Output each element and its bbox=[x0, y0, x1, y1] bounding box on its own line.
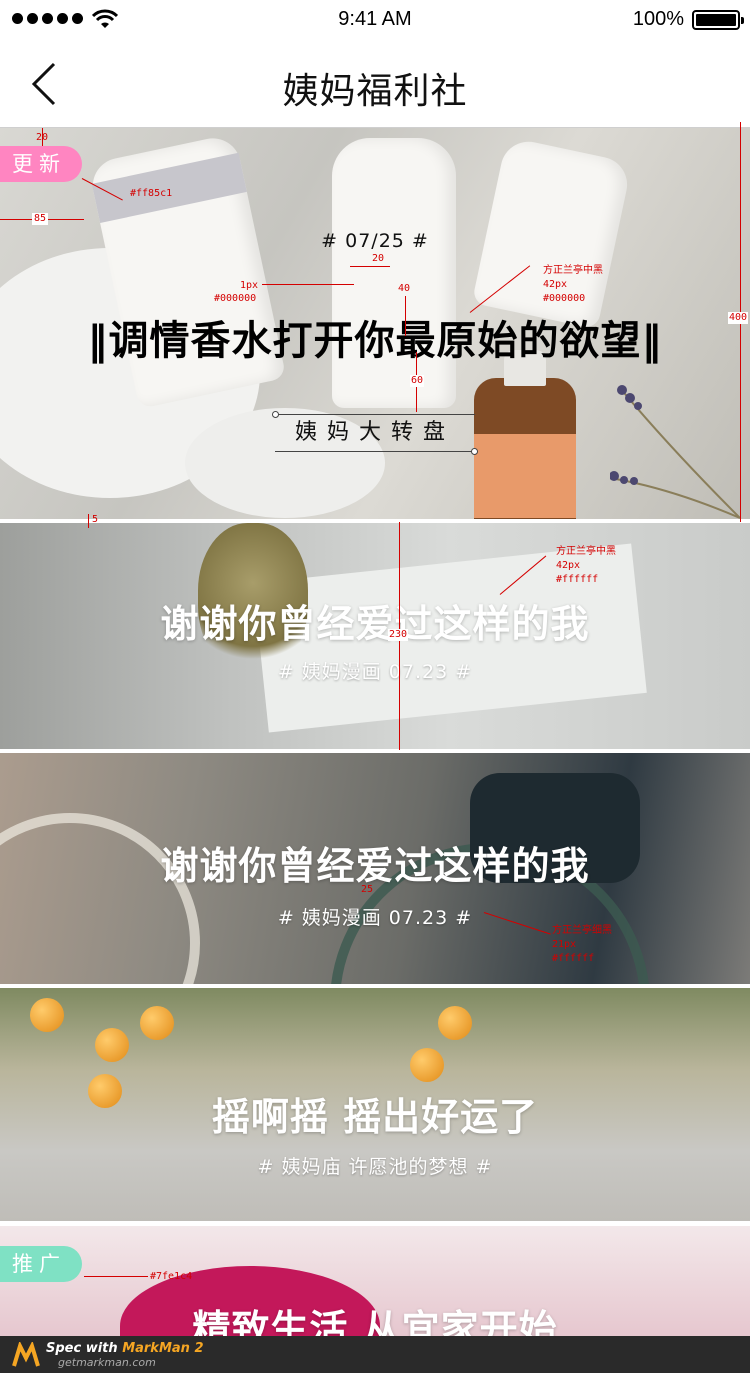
lotion-bottle-image bbox=[332, 138, 456, 408]
footer-brand: Spec with MarkMan 2 bbox=[46, 1341, 204, 1356]
footer-site: getmarkman.com bbox=[58, 1356, 156, 1369]
annotation-text: 方正兰亭中黑 bbox=[543, 265, 603, 276]
annotation-text: 40 bbox=[398, 283, 411, 294]
annotation-text: #ff85c1 bbox=[130, 188, 173, 199]
page-title: 姨妈福利社 bbox=[282, 71, 468, 112]
card-title: 谢谢你曾经爱过这样的我 bbox=[160, 602, 590, 646]
annotation-text: #7fe1c4 bbox=[150, 1271, 193, 1282]
feature-card-wishing-well[interactable]: 摇啊摇 摇出好运了 # 姨妈庙 许愿池的梦想 # bbox=[0, 988, 750, 1221]
annotation-text: 400 bbox=[728, 312, 749, 324]
markman-footer: Spec with MarkMan 2 getmarkman.com bbox=[0, 1336, 750, 1373]
annotation-line bbox=[262, 284, 354, 285]
card-title: 谢谢你曾经爱过这样的我 bbox=[160, 844, 590, 888]
feature-card-promo[interactable]: 推广 精致生活 从宜家开始 bbox=[0, 1226, 750, 1336]
feature-card-comic-2[interactable]: 谢谢你曾经爱过这样的我 # 姨妈漫画 07.23 # bbox=[0, 753, 750, 984]
annotation-text: 5 bbox=[92, 514, 99, 525]
card-title: 精致生活 从宜家开始 bbox=[192, 1307, 558, 1336]
card-headline: ‖调情香水打开你最原始的欲望‖ bbox=[87, 318, 663, 364]
annotation-text: 60 bbox=[410, 375, 425, 387]
orange-image bbox=[95, 1028, 129, 1062]
orange-image bbox=[410, 1048, 444, 1082]
annotation-text: 方正兰亭中黑 bbox=[556, 546, 616, 557]
nav-bar: 姨妈福利社 bbox=[0, 40, 750, 128]
annotation-text: #ffffff bbox=[556, 574, 599, 585]
annotation-line bbox=[42, 128, 43, 146]
annotation-line bbox=[405, 296, 406, 336]
update-badge: 更新 bbox=[0, 146, 82, 182]
card-meta: # 姨妈漫画 07.23 # bbox=[277, 661, 473, 683]
annotation-text: 21px bbox=[552, 939, 577, 950]
orange-image bbox=[30, 998, 64, 1032]
annotation-text: 1px bbox=[240, 280, 259, 291]
card-meta: # 姨妈庙 许愿池的梦想 # bbox=[257, 1156, 493, 1178]
feature-card-comic-1[interactable]: 谢谢你曾经爱过这样的我 # 姨妈漫画 07.23 # bbox=[0, 523, 750, 749]
card-title: 摇啊摇 摇出好运了 bbox=[211, 1095, 539, 1139]
annotation-text: 方正兰亭细黑 bbox=[552, 925, 612, 936]
annotation-line bbox=[84, 1276, 148, 1277]
annotation-line bbox=[350, 266, 390, 267]
promo-badge: 推广 bbox=[0, 1246, 82, 1282]
vitamin-serum-bottle-image bbox=[474, 350, 576, 519]
annotation-text: 42px bbox=[556, 560, 581, 571]
feature-card-perfume[interactable]: 更新 # 07/25 # ‖调情香水打开你最原始的欲望‖ 姨妈大转盘 bbox=[0, 128, 750, 519]
annotation-text: 20 bbox=[372, 253, 385, 264]
status-bar: 9:41 AM 100% bbox=[0, 0, 750, 40]
markman-logo-icon bbox=[12, 1342, 40, 1367]
lavender-image bbox=[610, 385, 740, 519]
card-subtitle: 姨妈大转盘 bbox=[272, 411, 478, 455]
card-meta: # 姨妈漫画 07.23 # bbox=[277, 907, 473, 929]
annotation-text: #000000 bbox=[543, 293, 586, 304]
orange-image bbox=[438, 1006, 472, 1040]
annotation-text: 42px bbox=[543, 279, 568, 290]
annotation-line bbox=[88, 514, 89, 528]
card-date-tag: # 07/25 # bbox=[321, 230, 429, 252]
annotation-text: 85 bbox=[32, 213, 49, 225]
battery-icon bbox=[692, 10, 744, 30]
orange-image bbox=[140, 1006, 174, 1040]
battery-percent: 100% bbox=[632, 8, 684, 30]
annotation-text: #ffffff bbox=[552, 953, 595, 964]
annotation-text: 230 bbox=[388, 629, 409, 641]
annotation-text: #000000 bbox=[214, 293, 257, 304]
annotation-text: 25 bbox=[361, 884, 374, 895]
